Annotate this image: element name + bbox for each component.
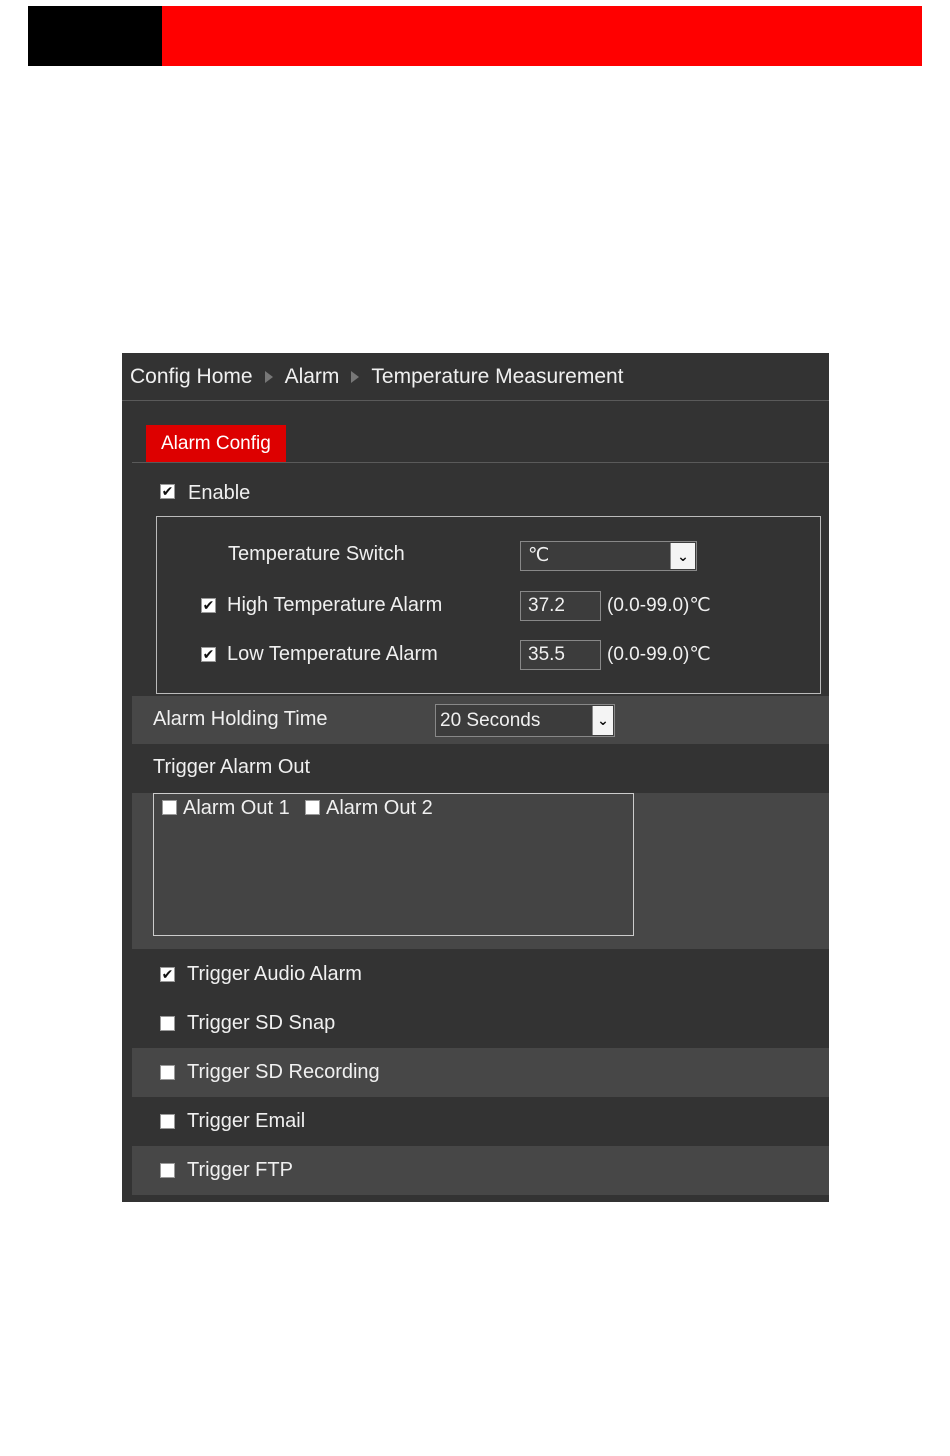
low-temperature-input[interactable] (520, 640, 601, 670)
header-black-block (28, 6, 162, 66)
trigger-sd-snap-label: Trigger SD Snap (187, 1012, 336, 1034)
trigger-email-label: Trigger Email (187, 1110, 306, 1132)
trigger-audio-row: ✔ Trigger Audio Alarm (132, 951, 829, 999)
low-temperature-checkbox[interactable]: ✔ (201, 647, 216, 662)
trigger-sd-recording-checkbox[interactable] (160, 1065, 175, 1080)
low-temperature-label: Low Temperature Alarm (227, 643, 438, 665)
trigger-alarm-out-row: Trigger Alarm Out (132, 744, 829, 793)
temperature-switch-label: Temperature Switch (228, 543, 405, 565)
temperature-unit-value: ℃ (528, 545, 550, 566)
header-red-bar (162, 6, 922, 66)
config-panel: Config Home Alarm Temperature Measuremen… (122, 353, 829, 1202)
breadcrumb-temperature-measurement: Temperature Measurement (371, 364, 624, 388)
breadcrumb: Config Home Alarm Temperature Measuremen… (122, 353, 829, 401)
tab-alarm-config[interactable]: Alarm Config (146, 425, 286, 462)
chevron-down-icon[interactable]: ⌄ (670, 543, 695, 569)
alarm-out-1-checkbox[interactable] (162, 800, 177, 815)
breadcrumb-config-home[interactable]: Config Home (130, 365, 253, 389)
alarm-holding-label: Alarm Holding Time (153, 708, 328, 730)
high-temperature-checkbox[interactable]: ✔ (201, 598, 216, 613)
alarm-out-2-checkbox[interactable] (305, 800, 320, 815)
trigger-audio-checkbox[interactable]: ✔ (160, 967, 175, 982)
trigger-alarm-out-label: Trigger Alarm Out (153, 756, 311, 778)
high-temperature-label: High Temperature Alarm (227, 594, 443, 616)
trigger-email-row: Trigger Email (132, 1097, 829, 1146)
trigger-ftp-checkbox[interactable] (160, 1163, 175, 1178)
breadcrumb-arrow-icon (264, 370, 273, 383)
alarm-holding-row: Alarm Holding Time 20 Seconds ⌄ (132, 696, 829, 744)
trigger-sd-snap-checkbox[interactable] (160, 1016, 175, 1031)
temperature-settings-box: Temperature Switch ℃ ⌄ ✔ High Temperatur… (156, 516, 821, 694)
trigger-sd-recording-label: Trigger SD Recording (187, 1061, 380, 1083)
low-temperature-range: (0.0-99.0)℃ (607, 644, 711, 665)
alarm-holding-value: 20 Seconds (440, 710, 541, 731)
trigger-ftp-label: Trigger FTP (187, 1159, 293, 1181)
trigger-ftp-row: Trigger FTP (132, 1146, 829, 1195)
tab-bar: Alarm Config (132, 424, 829, 463)
trigger-audio-label: Trigger Audio Alarm (187, 963, 362, 985)
alarm-holding-select[interactable]: 20 Seconds ⌄ (435, 704, 615, 737)
trigger-sd-recording-row: Trigger SD Recording (132, 1048, 829, 1097)
breadcrumb-arrow-icon (351, 370, 360, 383)
trigger-email-checkbox[interactable] (160, 1114, 175, 1129)
alarm-out-2-label: Alarm Out 2 (326, 797, 433, 819)
enable-checkbox[interactable]: ✔ (160, 484, 175, 499)
trigger-sd-snap-row: Trigger SD Snap (132, 999, 829, 1048)
alarm-out-1-label: Alarm Out 1 (183, 797, 290, 819)
temperature-unit-select[interactable]: ℃ ⌄ (520, 541, 697, 571)
enable-label: Enable (188, 482, 251, 504)
breadcrumb-alarm[interactable]: Alarm (285, 365, 340, 389)
high-temperature-input[interactable] (520, 591, 601, 621)
high-temperature-range: (0.0-99.0)℃ (607, 595, 711, 616)
chevron-down-icon[interactable]: ⌄ (592, 706, 613, 735)
alarm-out-list: Alarm Out 1 Alarm Out 2 (153, 793, 634, 936)
